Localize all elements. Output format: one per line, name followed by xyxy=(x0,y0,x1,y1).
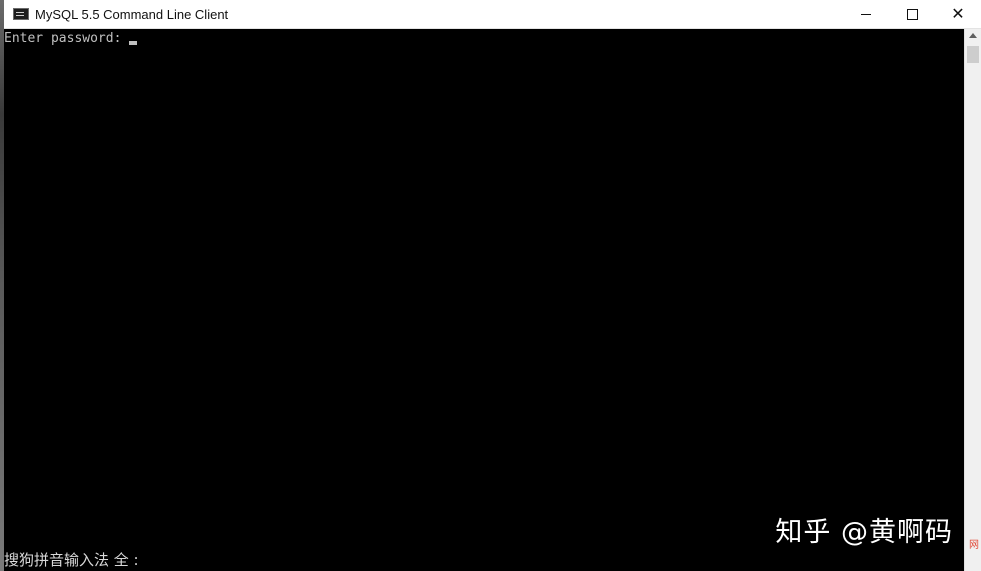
console-output[interactable]: Enter password: 搜狗拼音输入法 全 : xyxy=(4,29,964,571)
scroll-up-arrow-icon[interactable] xyxy=(969,33,977,38)
maximize-button[interactable] xyxy=(889,0,935,28)
caption-buttons: ✕ xyxy=(843,0,981,28)
title-bar[interactable]: MySQL 5.5 Command Line Client ✕ xyxy=(4,0,981,29)
watermark-logo: 网 xyxy=(969,540,979,551)
close-icon: ✕ xyxy=(951,4,965,23)
watermark-text: 知乎 @黄啊码 xyxy=(775,517,953,548)
window-title: MySQL 5.5 Command Line Client xyxy=(35,6,229,22)
maximize-icon xyxy=(906,8,918,20)
text-cursor xyxy=(129,41,138,45)
close-button[interactable]: ✕ xyxy=(935,0,981,28)
ime-status-bar[interactable]: 搜狗拼音输入法 全 : xyxy=(4,549,139,570)
password-prompt: Enter password: xyxy=(4,31,130,46)
password-prompt-line: Enter password: xyxy=(4,31,138,47)
console-app-icon[interactable] xyxy=(13,8,29,20)
console-window: MySQL 5.5 Command Line Client ✕ Enter pa… xyxy=(4,0,981,571)
minimize-icon xyxy=(861,13,871,15)
scroll-thumb[interactable] xyxy=(967,46,979,63)
minimize-button[interactable] xyxy=(843,0,889,28)
vertical-scrollbar[interactable] xyxy=(964,29,981,571)
